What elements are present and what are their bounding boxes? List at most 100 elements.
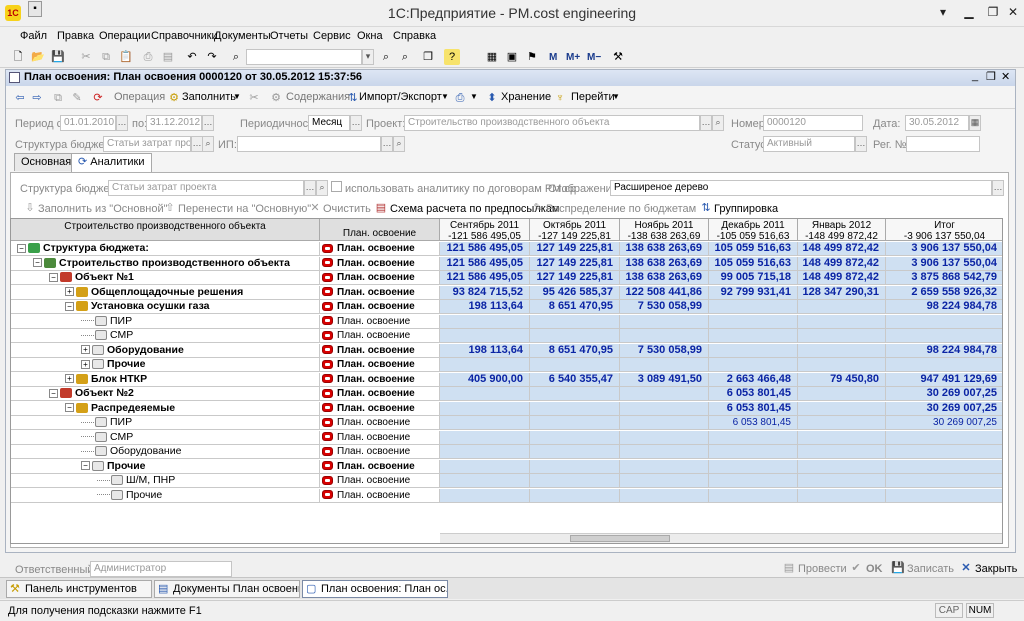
tree-cell[interactable]: − Объект №2 [11, 387, 320, 401]
table-row[interactable]: − Объект №2 План. освоение 6 053 801,45 30 2… [11, 387, 1002, 401]
table-row[interactable]: − Прочие План. освоение [11, 459, 1002, 474]
search-combo-dropdown-icon[interactable]: ▾ [362, 49, 374, 65]
fill-dropdown-icon[interactable]: ▼ [233, 92, 241, 101]
import-export-dropdown-icon[interactable]: ▼ [441, 92, 449, 101]
operation-button[interactable]: Операция [114, 91, 165, 103]
value-cell[interactable]: 121 586 495,05 [440, 256, 530, 271]
tree-cell[interactable]: ПИР [11, 416, 320, 430]
indicator-cell[interactable]: План. освоение [320, 329, 440, 343]
analytics-grid[interactable]: Строительство производственного объекта … [10, 218, 1003, 544]
value-cell[interactable] [798, 387, 886, 401]
period-from-picker-icon[interactable]: … [116, 115, 128, 131]
print-doc-icon[interactable]: ⎙ [452, 90, 468, 106]
indicator-cell[interactable]: План. освоение [320, 285, 440, 300]
collapse-icon[interactable]: − [65, 403, 74, 413]
doc-close-icon[interactable]: ✕ [1001, 70, 1010, 83]
value-cell[interactable]: 127 149 225,81 [530, 256, 620, 271]
search-combo[interactable] [246, 49, 362, 65]
date-field[interactable]: 30.05.2012 [905, 115, 969, 131]
goto-dropdown-icon[interactable]: ▼ [612, 92, 620, 101]
value-cell[interactable] [709, 445, 798, 459]
display-select-icon[interactable]: … [992, 180, 1004, 196]
tab-main[interactable]: Основная [14, 153, 79, 171]
value-cell[interactable] [530, 474, 620, 488]
value-cell[interactable] [440, 314, 530, 329]
value-cell[interactable]: 105 059 516,63 [709, 242, 798, 256]
value-cell[interactable]: 93 824 715,52 [440, 285, 530, 300]
value-cell[interactable] [620, 358, 709, 372]
fill-icon[interactable]: ⚙ [166, 90, 182, 106]
value-cell[interactable] [886, 329, 1002, 343]
value-cell[interactable]: 8 651 470,95 [530, 343, 620, 358]
value-cell[interactable] [886, 459, 1002, 474]
expand-icon[interactable]: + [65, 287, 74, 297]
value-cell[interactable] [798, 300, 886, 314]
ip-search-icon[interactable]: ⌕ [393, 136, 405, 152]
new-document-icon[interactable]: 🗋 [10, 49, 26, 65]
value-cell[interactable]: 7 530 058,99 [620, 343, 709, 358]
save-button[interactable]: Записать [907, 563, 954, 575]
periodicity-select-icon[interactable]: … [350, 115, 362, 131]
value-cell[interactable] [798, 343, 886, 358]
value-cell[interactable] [530, 329, 620, 343]
display-field[interactable]: Расширеное дерево [610, 180, 992, 196]
value-cell[interactable] [440, 474, 530, 488]
tree-cell[interactable]: ПИР [11, 314, 320, 329]
print-icon[interactable]: ⎙ [140, 49, 156, 65]
refresh-icon[interactable]: ⟳ [90, 90, 106, 106]
project-select-icon[interactable]: … [700, 115, 712, 131]
indicator-cell[interactable]: План. освоение [320, 314, 440, 329]
reg-number-field[interactable] [906, 136, 980, 152]
value-cell[interactable] [440, 459, 530, 474]
copy-icon[interactable]: ⧉ [98, 49, 114, 65]
value-cell[interactable]: 99 005 715,18 [709, 271, 798, 285]
value-cell[interactable] [886, 474, 1002, 488]
table-row[interactable]: − Установка осушки газа План. освоение 198 … [11, 300, 1002, 314]
task-plan[interactable]: ▢ План освоения: План ос...:56 [302, 580, 448, 598]
tab-analytics[interactable]: ⟳ Аналитики [71, 153, 152, 172]
table-row[interactable]: + Общеплощадочные решения План. освоение 93… [11, 285, 1002, 300]
menu-reports[interactable]: Отчеты [270, 30, 308, 42]
value-cell[interactable] [798, 329, 886, 343]
tool-icon[interactable]: ⚑ [524, 49, 540, 65]
value-cell[interactable] [886, 488, 1002, 503]
value-cell[interactable]: 3 906 137 550,04 [886, 242, 1002, 256]
open-icon[interactable]: 📂 [30, 49, 46, 65]
value-cell[interactable] [709, 329, 798, 343]
value-cell[interactable] [530, 314, 620, 329]
value-cell[interactable]: 6 540 355,47 [530, 372, 620, 387]
windows-icon[interactable]: ❐ [420, 49, 436, 65]
period-to-picker-icon[interactable]: … [202, 115, 214, 131]
ip-select-icon[interactable]: … [381, 136, 393, 152]
collapse-icon[interactable]: − [49, 272, 58, 282]
value-cell[interactable] [620, 445, 709, 459]
indicator-cell[interactable]: План. освоение [320, 416, 440, 430]
value-cell[interactable] [440, 430, 530, 445]
collapse-icon[interactable]: − [65, 301, 74, 311]
value-cell[interactable]: 98 224 984,78 [886, 343, 1002, 358]
table-row[interactable]: + Блок НТКР План. освоение 405 900,00 6 540 … [11, 372, 1002, 387]
value-cell[interactable]: 79 450,80 [798, 372, 886, 387]
fill-button[interactable]: Заполнить [182, 91, 236, 103]
value-cell[interactable]: 138 638 263,69 [620, 256, 709, 271]
status-select-icon[interactable]: … [855, 136, 867, 152]
value-cell[interactable] [620, 401, 709, 416]
value-cell[interactable]: 105 059 516,63 [709, 256, 798, 271]
close-window-icon[interactable]: ✕ [1004, 2, 1022, 22]
period-from-field[interactable]: 01.01.2010 [60, 115, 116, 131]
menu-documents[interactable]: Документы [214, 30, 271, 42]
task-toolbar-panel[interactable]: ⚒ Панель инструментов [6, 580, 152, 598]
memory-m-button[interactable]: M [549, 52, 557, 63]
collapse-icon[interactable]: − [49, 388, 58, 398]
indicator-cell[interactable]: План. освоение [320, 445, 440, 459]
tree-cell[interactable]: Ш/М, ПНР [11, 474, 320, 488]
value-cell[interactable] [798, 488, 886, 503]
menu-arrow-icon[interactable]: ▾ [932, 2, 954, 22]
indicator-cell[interactable]: План. освоение [320, 474, 440, 488]
value-cell[interactable] [620, 329, 709, 343]
paste-icon[interactable]: 📋 [118, 49, 134, 65]
grid-header-month[interactable]: Сентябрь 2011 -121 586 495,05 [440, 219, 530, 242]
value-cell[interactable] [886, 445, 1002, 459]
value-cell[interactable] [709, 358, 798, 372]
value-cell[interactable]: 148 499 872,42 [798, 242, 886, 256]
